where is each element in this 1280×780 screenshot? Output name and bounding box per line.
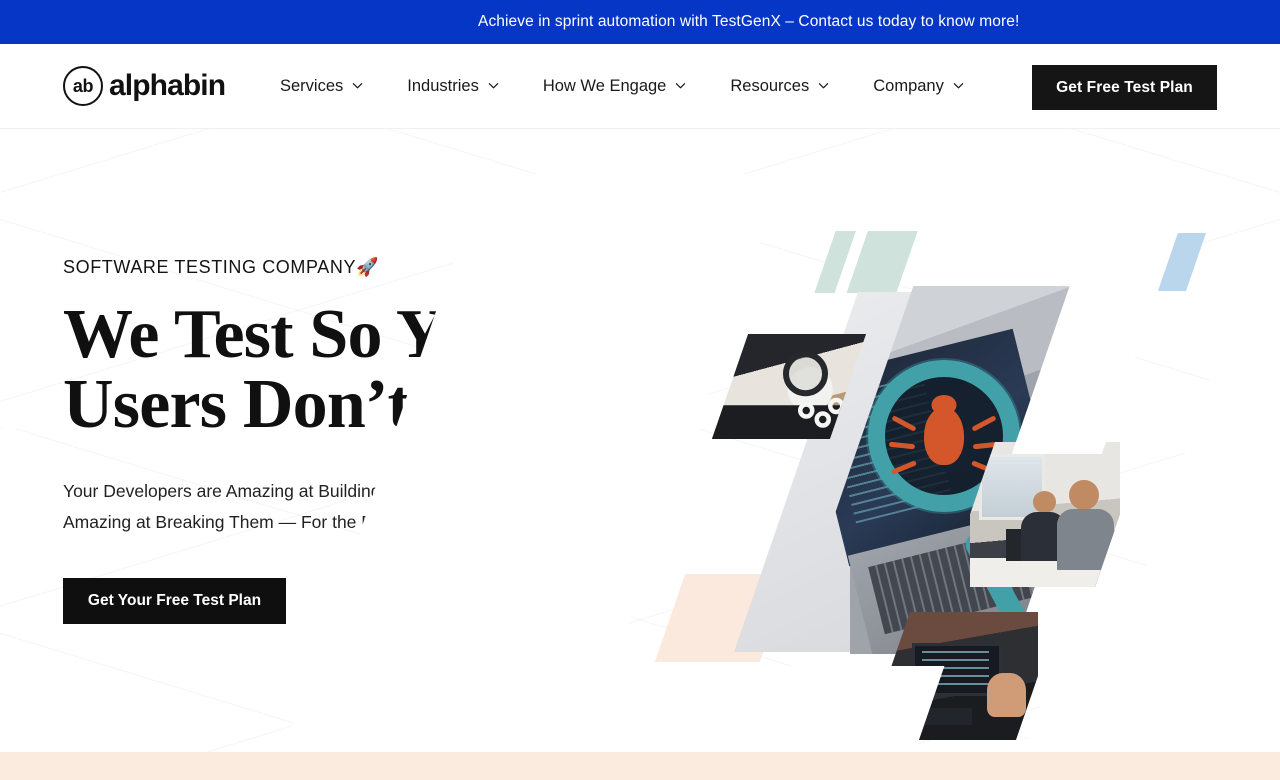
- main-navigation: Services Industries How We Engage Resour…: [258, 44, 986, 129]
- header-get-free-test-plan-button[interactable]: Get Free Test Plan: [1032, 65, 1217, 110]
- hero-section: SOFTWARE TESTING COMPANY🚀 We Test So You…: [0, 129, 1280, 752]
- site-header: ab alphabin Services Industries How We E…: [0, 44, 1280, 129]
- chevron-down-icon: [818, 80, 829, 91]
- chevron-down-icon: [675, 80, 686, 91]
- logo[interactable]: ab alphabin: [63, 66, 226, 106]
- nav-item-label: How We Engage: [542, 77, 667, 95]
- nav-item-services[interactable]: Services: [258, 77, 385, 96]
- announcement-text-center: Achieve in sprint automation with TestGe…: [478, 13, 1020, 30]
- mint-parallelogram: [814, 231, 918, 293]
- chevron-down-icon: [352, 80, 363, 91]
- nav-item-company[interactable]: Company: [851, 77, 986, 96]
- nav-item-how-we-engage[interactable]: How We Engage: [521, 77, 709, 96]
- logo-wordmark: alphabin: [109, 69, 226, 102]
- nav-item-label: Resources: [730, 77, 810, 95]
- announcement-marquee-track: act us today to know more! Achieve in sp…: [0, 0, 1280, 44]
- nav-item-label: Services: [280, 77, 344, 95]
- next-section-band: [0, 752, 1280, 780]
- nav-item-label: Industries: [407, 77, 479, 95]
- announcement-bar: act us today to know more! Achieve in sp…: [0, 0, 1280, 44]
- nav-item-label: Company: [873, 77, 944, 95]
- nav-item-industries[interactable]: Industries: [385, 77, 521, 96]
- hero-collage: [276, 174, 1280, 752]
- nav-item-resources[interactable]: Resources: [708, 77, 851, 96]
- chevron-down-icon: [488, 80, 499, 91]
- chevron-down-icon: [953, 80, 964, 91]
- circle-ab-logo-icon: ab: [63, 66, 103, 106]
- hero-get-your-free-test-plan-button[interactable]: Get Your Free Test Plan: [63, 578, 286, 624]
